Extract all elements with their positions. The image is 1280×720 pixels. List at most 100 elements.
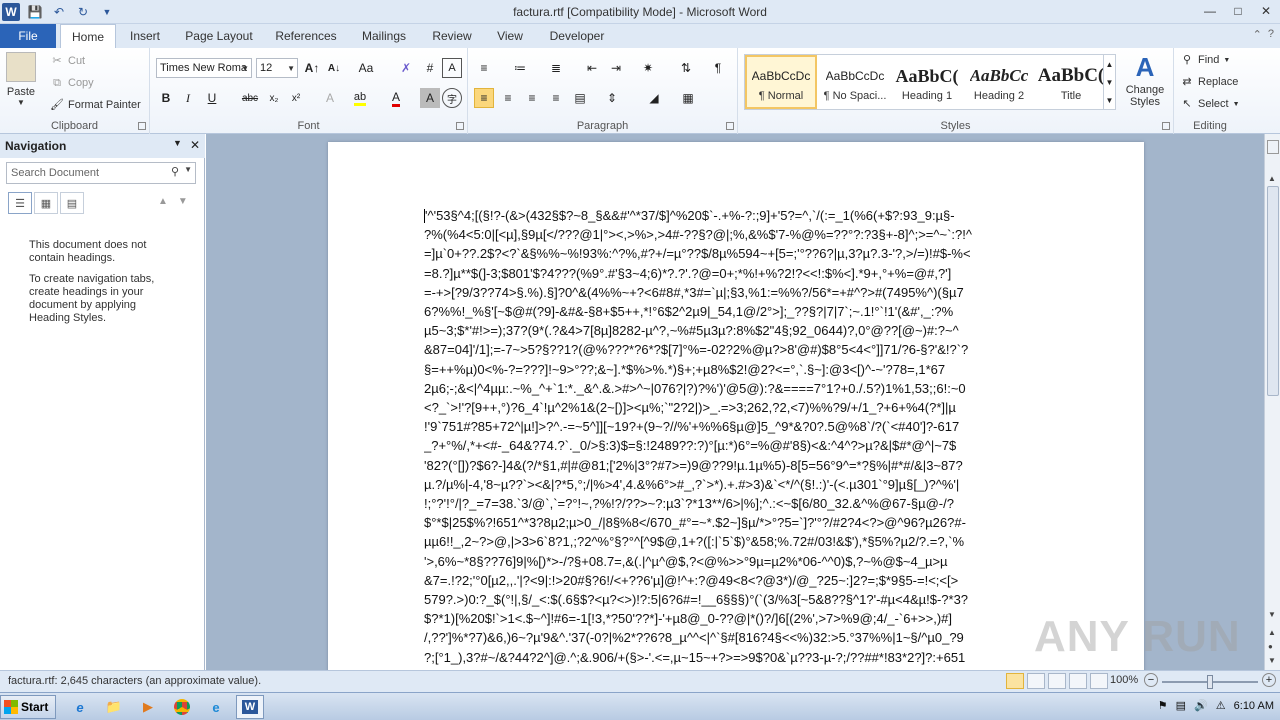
paragraph-launcher-icon[interactable] xyxy=(726,122,734,130)
previous-arrow-icon[interactable]: ▲ xyxy=(158,196,168,207)
security-icon[interactable]: ⚠ xyxy=(1216,699,1226,712)
explorer-icon[interactable]: 📁 xyxy=(100,695,128,719)
phonetic-guide-icon[interactable]: # xyxy=(420,58,440,78)
tab-mailings[interactable]: Mailings xyxy=(354,24,414,48)
zoom-slider-thumb[interactable] xyxy=(1207,675,1213,689)
change-case-icon[interactable]: Aa xyxy=(356,58,376,78)
vertical-scrollbar[interactable]: ▲ ▼ ▲ ● ▼ xyxy=(1264,134,1280,670)
styles-more-icon[interactable]: ▲ ▼ ▼ xyxy=(1103,55,1115,109)
flag-icon[interactable]: ⚑ xyxy=(1158,699,1168,712)
text-effects-icon[interactable]: A xyxy=(320,88,340,108)
headings-view-icon[interactable]: ☰ xyxy=(8,192,32,214)
zoom-level[interactable]: 100% xyxy=(1110,674,1138,686)
ie-icon[interactable]: e xyxy=(66,695,94,719)
subscript-icon[interactable]: x₂ xyxy=(264,88,284,108)
zoom-slider[interactable] xyxy=(1162,675,1258,689)
shading-icon[interactable]: ◢ xyxy=(644,88,664,108)
document-body[interactable]: '^'53§^4;[(§!?-(&>(432§$?~8_§&&#'^*37/$]… xyxy=(424,206,1048,670)
strikethrough-icon[interactable]: abc xyxy=(240,88,260,108)
document-page[interactable]: '^'53§^4;[(§!?-(&>(432§$?~8_§&&#'^*37/$]… xyxy=(328,142,1144,670)
font-name-combo[interactable]: Times New Roma ▼ xyxy=(156,58,252,78)
replace-button[interactable]: ⇄ Replace xyxy=(1180,75,1238,89)
show-formatting-icon[interactable]: ¶ xyxy=(708,58,728,78)
media-player-icon[interactable]: ▶ xyxy=(134,695,162,719)
scroll-thumb[interactable] xyxy=(1267,186,1279,396)
font-color-icon[interactable]: A xyxy=(386,88,406,108)
italic-icon[interactable]: I xyxy=(178,88,198,108)
draft-icon[interactable] xyxy=(1090,673,1108,689)
sort-icon[interactable]: ⇅ xyxy=(676,58,696,78)
scroll-down-icon[interactable]: ▼ xyxy=(1268,610,1276,619)
line-spacing-icon[interactable]: ⇕ xyxy=(602,88,622,108)
align-center-icon[interactable]: ≡ xyxy=(498,88,518,108)
search-document-input[interactable]: Search Document ⚲ ▼ xyxy=(6,162,196,184)
find-button[interactable]: ⚲ Find ▼ xyxy=(1180,53,1230,67)
previous-page-icon[interactable]: ▲ xyxy=(1268,628,1276,637)
style-heading-2[interactable]: AaBbCc Heading 2 xyxy=(963,55,1035,109)
next-arrow-icon[interactable]: ▼ xyxy=(178,196,188,207)
maximize-icon[interactable]: □ xyxy=(1224,0,1252,22)
help-icon[interactable]: ? xyxy=(1268,28,1274,41)
style-no-spacing[interactable]: AaBbCcDc ¶ No Spaci... xyxy=(819,55,891,109)
close-icon[interactable]: ✕ xyxy=(190,138,200,152)
decrease-indent-icon[interactable]: ⇤ xyxy=(582,58,602,78)
clear-formatting-icon[interactable]: ✗ xyxy=(396,58,416,78)
superscript-icon[interactable]: x² xyxy=(286,88,306,108)
volume-icon[interactable]: 🔊 xyxy=(1194,699,1208,712)
tab-page-layout[interactable]: Page Layout xyxy=(180,24,258,48)
font-launcher-icon[interactable] xyxy=(456,122,464,130)
style-normal[interactable]: AaBbCcDc ¶ Normal xyxy=(745,55,817,109)
chevron-down-icon[interactable]: ▼ xyxy=(184,165,192,174)
outline-icon[interactable] xyxy=(1069,673,1087,689)
tab-developer[interactable]: Developer xyxy=(542,24,612,48)
style-heading-1[interactable]: AaBbC( Heading 1 xyxy=(891,55,963,109)
select-button[interactable]: ↖ Select ▼ xyxy=(1180,97,1239,111)
paste-button[interactable]: Paste ▼ xyxy=(6,52,36,107)
word-icon[interactable]: W xyxy=(236,695,264,719)
minimize-icon[interactable]: — xyxy=(1196,0,1224,22)
bold-icon[interactable]: B xyxy=(156,88,176,108)
next-page-icon[interactable]: ▼ xyxy=(1268,656,1276,665)
start-button[interactable]: Start xyxy=(0,695,56,719)
results-view-icon[interactable]: ▤ xyxy=(60,192,84,214)
chevron-down-icon[interactable]: ▼ xyxy=(173,138,182,152)
enclose-characters-icon[interactable]: 字 xyxy=(442,88,462,108)
styles-launcher-icon[interactable] xyxy=(1162,122,1170,130)
view-ruler-icon[interactable] xyxy=(1267,140,1279,154)
tab-review[interactable]: Review xyxy=(426,24,478,48)
justify-icon[interactable]: ≡ xyxy=(546,88,566,108)
format-painter-button[interactable]: 🖌 Format Painter xyxy=(50,98,141,112)
character-border-icon[interactable]: A xyxy=(442,58,462,78)
tab-view[interactable]: View xyxy=(490,24,530,48)
search-icon[interactable]: ⚲ xyxy=(171,165,179,178)
zoom-out-icon[interactable]: − xyxy=(1144,673,1158,687)
minimize-ribbon-icon[interactable]: ⌃ xyxy=(1253,28,1262,41)
grow-font-icon[interactable]: A↑ xyxy=(302,58,322,78)
align-left-icon[interactable]: ≡ xyxy=(474,88,494,108)
distributed-icon[interactable]: ▤ xyxy=(570,88,590,108)
increase-indent-icon[interactable]: ⇥ xyxy=(606,58,626,78)
asian-layout-icon[interactable]: ✷ xyxy=(638,58,658,78)
close-icon[interactable]: ✕ xyxy=(1252,0,1280,22)
bullets-icon[interactable]: ≡ xyxy=(474,58,494,78)
edge-icon[interactable]: e xyxy=(202,695,230,719)
numbering-icon[interactable]: ≔ xyxy=(510,58,530,78)
web-layout-icon[interactable] xyxy=(1048,673,1066,689)
browse-object-icon[interactable]: ● xyxy=(1268,642,1273,651)
network-icon[interactable]: ▤ xyxy=(1176,699,1186,712)
tab-file[interactable]: File xyxy=(0,24,56,48)
style-title[interactable]: AaBbC( Title xyxy=(1035,55,1107,109)
underline-icon[interactable]: U xyxy=(202,88,222,108)
clipboard-launcher-icon[interactable] xyxy=(138,122,146,130)
pages-view-icon[interactable]: ▦ xyxy=(34,192,58,214)
full-screen-reading-icon[interactable] xyxy=(1027,673,1045,689)
character-shading-icon[interactable]: A xyxy=(420,88,440,108)
zoom-in-icon[interactable]: + xyxy=(1262,673,1276,687)
chrome-icon[interactable] xyxy=(168,695,196,719)
tab-home[interactable]: Home xyxy=(60,24,116,48)
scroll-up-icon[interactable]: ▲ xyxy=(1268,174,1276,183)
align-right-icon[interactable]: ≡ xyxy=(522,88,542,108)
multilevel-list-icon[interactable]: ≣ xyxy=(546,58,566,78)
borders-icon[interactable]: ▦ xyxy=(678,88,698,108)
copy-button[interactable]: ⧉ Copy xyxy=(50,76,94,90)
